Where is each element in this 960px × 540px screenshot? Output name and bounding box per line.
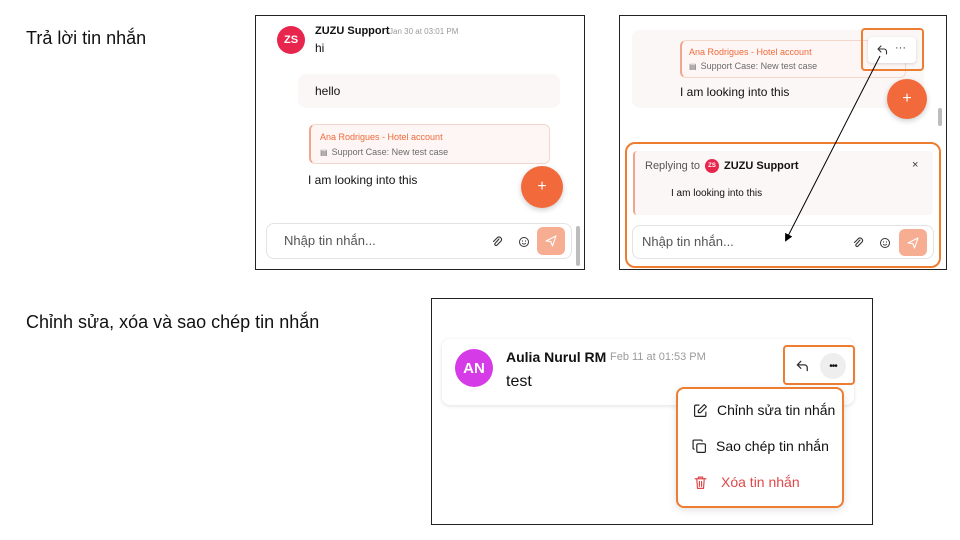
menu-item-label: Xóa tin nhắn: [721, 474, 800, 490]
panel-chat-before-reply: ZS ZUZU Support Jan 30 at 03:01 PM hi he…: [255, 15, 585, 270]
quote-subtitle-text: Support Case: New test case: [700, 61, 818, 71]
emoji-icon[interactable]: [879, 237, 891, 249]
quote-subtitle-text: Support Case: New test case: [331, 147, 449, 157]
close-reply-button[interactable]: ×: [912, 159, 918, 171]
panel-chat-replying: Ana Rodrigues - Hotel account ▤ Support …: [619, 15, 947, 270]
reply-actions-highlight: [861, 28, 924, 71]
reply-message-text: I am looking into this: [308, 173, 418, 187]
scrollbar[interactable]: [576, 226, 580, 266]
clipboard-icon: ▤: [689, 61, 697, 71]
message-text: hi: [315, 41, 325, 55]
avatar: ZS: [277, 26, 305, 54]
sender-name: Aulia Nurul RM: [506, 349, 607, 365]
message-timestamp: Feb 11 at 01:53 PM: [610, 351, 706, 363]
message-options-menu: Chỉnh sửa tin nhắn Sao chép tin nhắn Xóa…: [676, 387, 844, 508]
quote-title: Ana Rodrigues - Hotel account: [689, 47, 812, 57]
send-icon: [545, 235, 557, 247]
scrollbar[interactable]: [938, 108, 942, 126]
replying-preview: I am looking into this: [671, 188, 763, 199]
quoted-message[interactable]: Ana Rodrigues - Hotel account ▤ Support …: [309, 124, 550, 164]
send-icon: [907, 236, 919, 249]
message-composer[interactable]: Nhập tin nhắn...: [266, 223, 572, 259]
composer-placeholder: Nhập tin nhắn...: [284, 233, 376, 248]
reply-section-title: Trả lời tin nhắn: [26, 28, 147, 48]
avatar: AN: [455, 349, 493, 387]
replying-banner: Replying to ZS ZUZU Support × I am looki…: [633, 151, 933, 215]
reply-message-text: I am looking into this: [680, 85, 790, 99]
menu-item-copy[interactable]: Sao chép tin nhắn: [678, 428, 842, 464]
paperclip-icon[interactable]: [491, 236, 503, 248]
edit-section-title: Chỉnh sửa, xóa và sao chép tin nhắn: [26, 312, 320, 332]
add-fab-button[interactable]: +: [521, 166, 563, 208]
menu-item-edit[interactable]: Chỉnh sửa tin nhắn: [678, 392, 842, 428]
add-fab-button[interactable]: +: [887, 79, 927, 119]
more-actions-highlight: [783, 345, 855, 385]
emoji-icon[interactable]: [518, 236, 530, 248]
sender-name: ZUZU Support: [315, 25, 390, 37]
paperclip-icon[interactable]: [852, 237, 864, 249]
message-composer[interactable]: Nhập tin nhắn...: [632, 225, 934, 259]
replying-name: ZUZU Support: [724, 160, 799, 172]
copy-icon: [692, 438, 706, 453]
trash-icon: [694, 476, 707, 489]
panel-message-menu: AN Aulia Nurul RM Feb 11 at 01:53 PM tes…: [431, 298, 873, 525]
menu-item-label: Sao chép tin nhắn: [716, 438, 829, 454]
message-text: hello: [315, 84, 341, 98]
menu-item-delete[interactable]: Xóa tin nhắn: [678, 464, 842, 500]
quote-subtitle: ▤ Support Case: New test case: [689, 61, 817, 71]
send-button[interactable]: [899, 229, 927, 256]
message-text: test: [506, 373, 532, 390]
edit-icon: [694, 403, 707, 417]
send-button[interactable]: [537, 227, 565, 255]
menu-item-label: Chỉnh sửa tin nhắn: [717, 402, 836, 418]
quote-title: Ana Rodrigues - Hotel account: [320, 132, 443, 142]
replying-prefix: Replying to: [645, 160, 701, 172]
composer-placeholder: Nhập tin nhắn...: [642, 234, 734, 249]
clipboard-icon: ▤: [320, 147, 328, 157]
message-timestamp: Jan 30 at 03:01 PM: [389, 27, 459, 36]
quote-subtitle: ▤ Support Case: New test case: [320, 147, 448, 157]
replying-avatar: ZS: [705, 159, 719, 173]
